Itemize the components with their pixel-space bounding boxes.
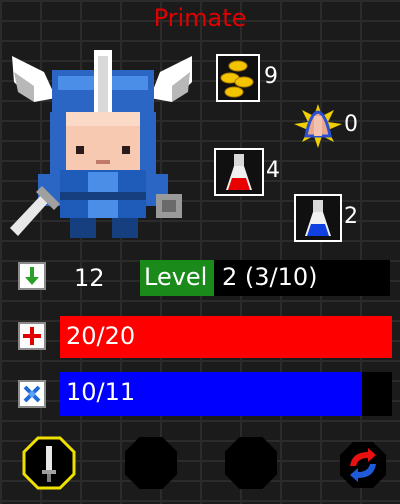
- gold-coins-icon: [216, 54, 260, 102]
- relic-count: 0: [344, 112, 358, 137]
- level-label: Level: [144, 263, 208, 291]
- empty-slot-1[interactable]: [124, 436, 178, 494]
- mana-text: 10/11: [66, 378, 136, 406]
- equipped-weapon-slot[interactable]: [22, 436, 76, 494]
- level-value: 2 (3/10): [222, 263, 318, 291]
- red-potion-count: 4: [266, 158, 280, 183]
- blue-crossed-icon: [18, 380, 46, 408]
- red-potion-icon: [214, 148, 264, 196]
- hero-portrait: [10, 50, 192, 238]
- empty-slot-2[interactable]: [224, 436, 278, 494]
- swap-arrows-icon: [340, 442, 386, 488]
- blue-potion-icon: [294, 194, 342, 242]
- depth-value: 12: [74, 264, 105, 292]
- green-arrow-down-icon: [18, 262, 46, 290]
- red-cross-icon: [18, 322, 46, 350]
- swap-slot[interactable]: [338, 440, 388, 494]
- level-bar: Level 2 (3/10): [140, 260, 390, 296]
- blue-potion-count: 2: [344, 204, 358, 229]
- mana-bar: 10/11: [60, 372, 392, 416]
- health-bar: 20/20: [60, 316, 392, 358]
- health-text: 20/20: [66, 322, 136, 350]
- golden-hands-relic-icon: [292, 102, 344, 150]
- hero-name: Primate: [153, 4, 247, 32]
- gold-count: 9: [264, 64, 278, 89]
